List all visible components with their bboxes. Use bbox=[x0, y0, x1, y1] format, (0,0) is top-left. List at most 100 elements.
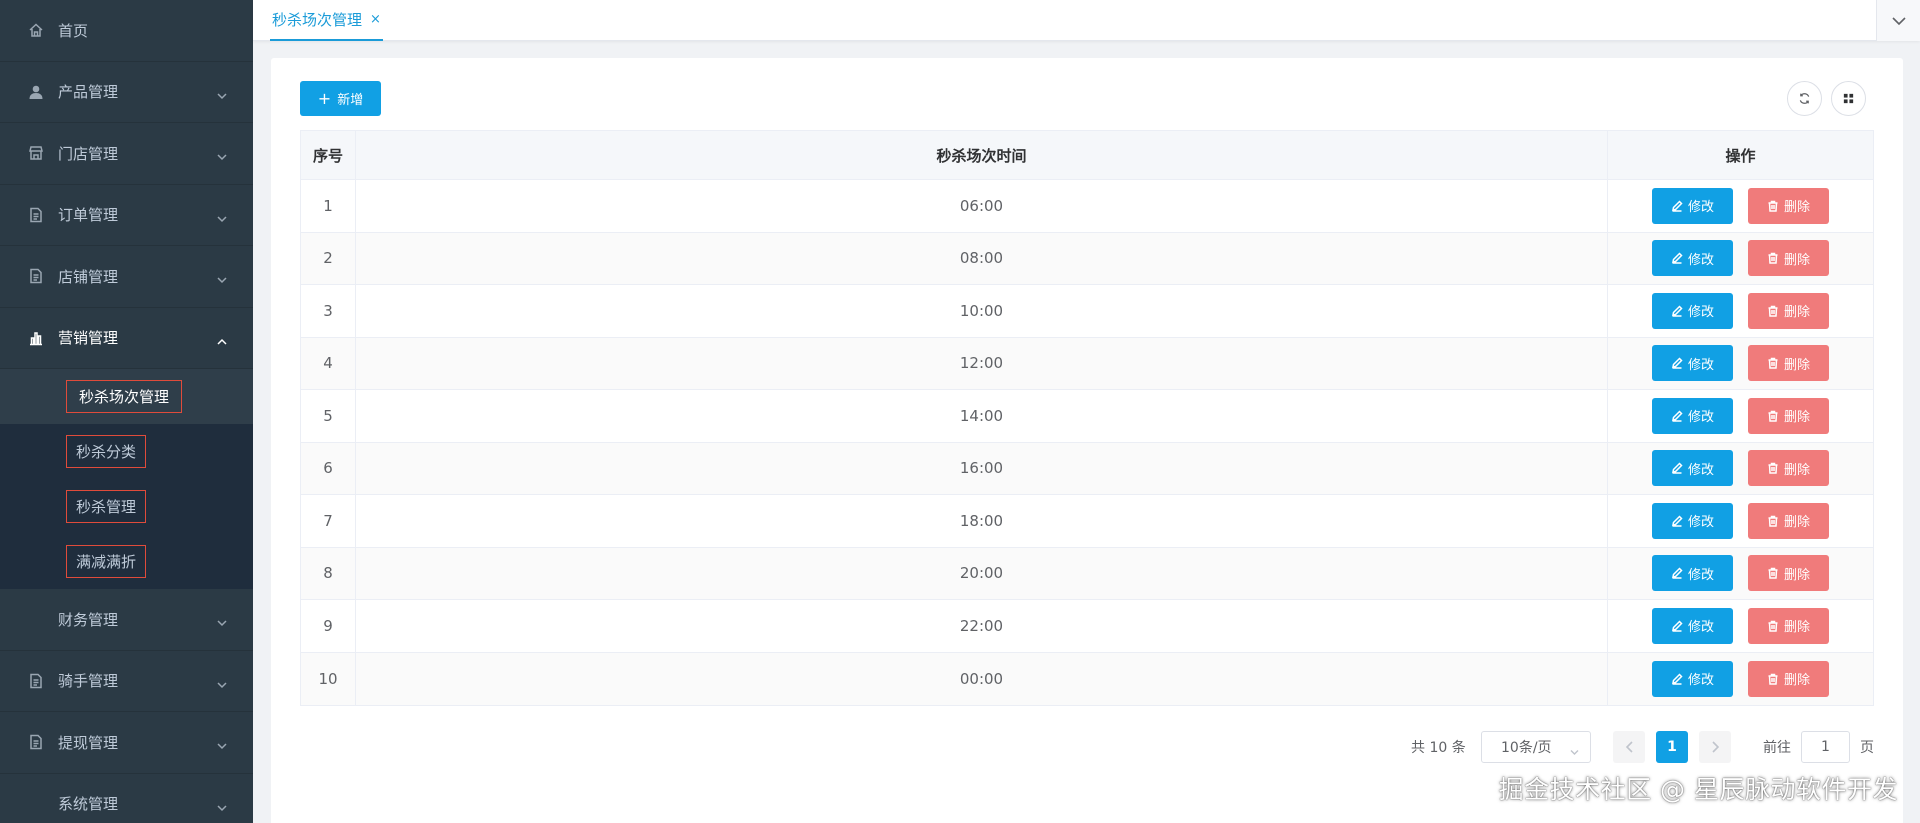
delete-button[interactable]: 删除 bbox=[1748, 607, 1829, 644]
column-settings-button[interactable] bbox=[1831, 81, 1866, 116]
edit-button[interactable]: 修改 bbox=[1652, 240, 1733, 277]
chevron-down-icon bbox=[217, 271, 227, 284]
edit-button[interactable]: 修改 bbox=[1652, 397, 1733, 434]
sidebar-item-home[interactable]: 首页 bbox=[0, 0, 253, 62]
sidebar-item-label: 产品管理 bbox=[58, 83, 119, 102]
bar-chart-icon bbox=[28, 330, 44, 346]
chevron-down-icon bbox=[1891, 16, 1906, 25]
table-row: 1 06:00 修改 删除 bbox=[301, 180, 1873, 233]
sidebar-item-label: 系统管理 bbox=[58, 795, 119, 814]
table-row: 5 14:00 修改 删除 bbox=[301, 390, 1873, 443]
edit-button-label: 修改 bbox=[1687, 515, 1714, 531]
delete-button[interactable]: 删除 bbox=[1748, 555, 1829, 592]
delete-button[interactable]: 删除 bbox=[1748, 187, 1829, 224]
table-row: 3 10:00 修改 删除 bbox=[301, 285, 1873, 338]
marketing-submenu: 秒杀场次管理 秒杀分类 秒杀管理 满减满折 bbox=[0, 369, 253, 589]
delete-button[interactable]: 删除 bbox=[1748, 397, 1829, 434]
edit-button[interactable]: 修改 bbox=[1652, 450, 1733, 487]
edit-button[interactable]: 修改 bbox=[1652, 292, 1733, 329]
edit-icon bbox=[1672, 357, 1683, 369]
edit-icon bbox=[1672, 200, 1683, 212]
chevron-down-icon bbox=[217, 676, 227, 688]
edit-button-label: 修改 bbox=[1687, 462, 1714, 478]
page-number-1[interactable]: 1 bbox=[1656, 731, 1688, 763]
sidebar-item-products[interactable]: 产品管理 bbox=[0, 62, 253, 123]
sidebar-subitem-label: 秒杀管理 bbox=[66, 490, 147, 523]
trash-icon bbox=[1768, 568, 1778, 579]
document-icon bbox=[28, 673, 44, 689]
delete-button[interactable]: 删除 bbox=[1748, 502, 1829, 539]
cell-session-time: 12:00 bbox=[356, 337, 1608, 389]
cell-index: 3 bbox=[301, 285, 356, 337]
tab-bar: 秒杀场次管理 × bbox=[253, 0, 1920, 41]
refresh-button[interactable] bbox=[1787, 81, 1822, 116]
tab-flash-sale-sessions[interactable]: 秒杀场次管理 × bbox=[270, 0, 383, 41]
page-size-select[interactable]: 10条/页 bbox=[1481, 731, 1591, 763]
cell-session-time: 10:00 bbox=[356, 285, 1608, 337]
sidebar-item-shops[interactable]: 店铺管理 bbox=[0, 246, 253, 308]
cell-actions: 修改 删除 bbox=[1608, 548, 1873, 600]
trash-icon bbox=[1768, 200, 1778, 212]
edit-button[interactable]: 修改 bbox=[1652, 502, 1733, 539]
trash-icon bbox=[1768, 620, 1778, 632]
sidebar-item-riders[interactable]: 骑手管理 bbox=[0, 651, 253, 712]
goto-page-input[interactable]: 1 bbox=[1801, 731, 1850, 763]
edit-icon bbox=[1672, 252, 1683, 264]
edit-button-label: 修改 bbox=[1687, 620, 1714, 636]
trash-icon bbox=[1768, 673, 1778, 685]
cell-actions: 修改 删除 bbox=[1608, 390, 1873, 442]
delete-button[interactable]: 删除 bbox=[1748, 240, 1829, 277]
sidebar-subitem-flash-sale-management[interactable]: 秒杀管理 bbox=[0, 479, 253, 534]
add-button[interactable]: + 新增 bbox=[300, 81, 381, 116]
edit-icon bbox=[1672, 620, 1683, 632]
cell-session-time: 20:00 bbox=[356, 547, 1608, 599]
sidebar-item-withdrawals[interactable]: 提现管理 bbox=[0, 712, 253, 774]
cell-session-time: 22:00 bbox=[356, 600, 1608, 652]
edit-button[interactable]: 修改 bbox=[1652, 555, 1733, 592]
sidebar-item-marketing[interactable]: 营销管理 bbox=[0, 308, 253, 369]
cell-actions: 修改 删除 bbox=[1608, 495, 1873, 547]
edit-button[interactable]: 修改 bbox=[1652, 345, 1733, 382]
edit-button[interactable]: 修改 bbox=[1652, 187, 1733, 224]
delete-button[interactable]: 删除 bbox=[1748, 450, 1829, 487]
delete-button[interactable]: 删除 bbox=[1748, 660, 1829, 697]
tabs-dropdown-button[interactable] bbox=[1876, 0, 1920, 41]
cell-session-time: 00:00 bbox=[356, 652, 1608, 705]
sidebar-subitem-flash-sale-categories[interactable]: 秒杀分类 bbox=[0, 424, 253, 479]
sidebar-item-label: 订单管理 bbox=[58, 206, 119, 225]
edit-button[interactable]: 修改 bbox=[1652, 660, 1733, 697]
sidebar-item-finance[interactable]: 财务管理 bbox=[0, 589, 253, 651]
flash-sale-sessions-table: 序号 秒杀场次时间 操作 1 06:00 修改 删除 2 08:00 修改 删除 3 10:00 修… bbox=[300, 130, 1874, 706]
page-size-value: 10条/页 bbox=[1501, 740, 1552, 756]
edit-icon bbox=[1672, 462, 1683, 474]
trash-icon bbox=[1768, 358, 1778, 369]
trash-icon bbox=[1768, 253, 1778, 264]
close-icon[interactable]: × bbox=[370, 12, 381, 27]
sidebar-item-label: 首页 bbox=[58, 21, 89, 40]
cell-actions: 修改 删除 bbox=[1608, 233, 1873, 285]
delete-button[interactable]: 删除 bbox=[1748, 345, 1829, 382]
chevron-left-icon bbox=[1625, 741, 1633, 753]
chevron-down-icon bbox=[217, 210, 227, 222]
sidebar-item-label: 营销管理 bbox=[58, 329, 119, 348]
next-page-button[interactable] bbox=[1699, 731, 1731, 763]
sidebar-item-system[interactable]: 系统管理 bbox=[0, 774, 253, 823]
delete-button-label: 删除 bbox=[1783, 567, 1810, 583]
sidebar-item-orders[interactable]: 订单管理 bbox=[0, 185, 253, 246]
cell-index: 7 bbox=[301, 495, 356, 547]
prev-page-button[interactable] bbox=[1613, 731, 1645, 763]
sidebar-item-stores[interactable]: 门店管理 bbox=[0, 123, 253, 185]
sidebar-subitem-discounts[interactable]: 满减满折 bbox=[0, 534, 253, 589]
edit-button-label: 修改 bbox=[1687, 200, 1714, 216]
cell-session-time: 06:00 bbox=[356, 180, 1608, 232]
document-icon bbox=[28, 734, 44, 750]
edit-button[interactable]: 修改 bbox=[1652, 607, 1733, 644]
table-row: 8 20:00 修改 删除 bbox=[301, 547, 1873, 600]
sidebar-subitem-flash-sale-sessions[interactable]: 秒杀场次管理 bbox=[0, 369, 253, 424]
delete-button[interactable]: 删除 bbox=[1748, 292, 1829, 329]
trash-icon bbox=[1768, 515, 1778, 527]
table-row: 7 18:00 修改 删除 bbox=[301, 495, 1873, 548]
user-icon bbox=[28, 84, 44, 100]
pagination: 共 10 条 10条/页 1 前往 1 页 bbox=[271, 731, 1903, 763]
refresh-icon bbox=[1799, 93, 1810, 104]
